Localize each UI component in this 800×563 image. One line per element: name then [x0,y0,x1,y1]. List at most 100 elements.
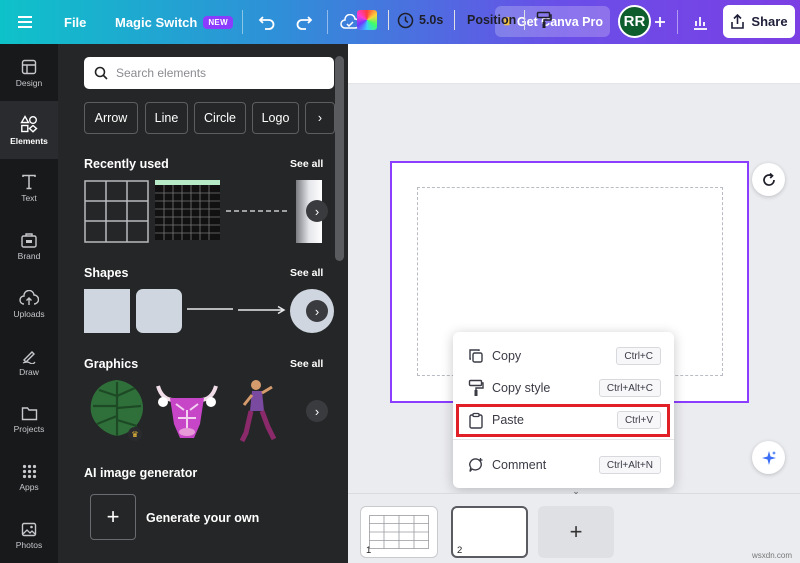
search-box[interactable] [84,57,334,89]
page-thumbnail-2[interactable] [451,506,528,558]
undo-icon [258,16,275,30]
add-collaborator-button[interactable] [654,0,666,44]
chip-arrow[interactable]: Arrow [84,102,138,134]
generate-label[interactable]: Generate your own [146,511,259,525]
recent-next-button[interactable]: › [306,200,328,222]
file-menu[interactable]: File [64,0,86,44]
new-badge: NEW [203,15,233,29]
magic-switch-button[interactable]: Magic Switch NEW [115,0,233,44]
redo-button[interactable] [295,0,313,44]
chevron-right-icon: › [317,111,323,125]
chevron-right-icon: › [314,303,320,319]
chip-circle[interactable]: Circle [194,102,246,134]
chevron-down-icon[interactable]: ⌄ [566,486,586,496]
timer-icon [397,12,414,28]
refresh-button[interactable] [752,163,785,196]
monstera-leaf-graphic[interactable]: ♛ [87,376,147,442]
shortcut-badge: Ctrl+Alt+N [598,456,661,474]
shapes-next-button[interactable]: › [306,300,328,322]
panel-scrollbar[interactable] [335,56,344,261]
rail-item-draw[interactable]: Draw [0,333,58,391]
refresh-icon [762,172,775,186]
color-picker-button[interactable] [357,0,377,40]
analytics-icon [694,17,707,30]
undo-button[interactable] [258,0,276,44]
shape-rounded-square[interactable] [136,289,182,333]
rail-label: Draw [19,366,39,377]
shape-arrow-line[interactable] [238,305,286,315]
rail-item-projects[interactable]: Projects [0,391,58,449]
position-button[interactable]: Position [467,0,516,40]
shape-square[interactable] [84,289,130,333]
add-page-button[interactable]: + [538,506,614,558]
redo-icon [296,16,313,30]
divider [677,10,678,34]
see-all-graphics[interactable]: See all [290,358,323,370]
generate-button[interactable]: + [90,494,136,540]
magic-assistant-button[interactable] [752,441,785,474]
avatar[interactable]: RR [618,5,651,38]
analytics-button[interactable] [692,0,708,44]
page-thumbnail-1[interactable] [360,506,438,558]
comment-icon [467,456,485,474]
duration-label: 5.0s [419,13,444,27]
svg-text:♛: ♛ [131,430,138,439]
chips-next-button[interactable]: › [305,102,335,134]
paint-roller-icon [467,379,485,397]
editor-toolbar [348,44,800,84]
rail-label: Design [15,77,43,88]
share-upload-icon [731,14,745,29]
recent-grid-table[interactable] [84,180,149,243]
recent-dashed-line[interactable] [226,208,288,214]
rail-label: Photos [15,540,43,550]
plus-icon: + [569,519,583,544]
search-input[interactable] [116,66,316,80]
magic-switch-label: Magic Switch [115,14,198,30]
copy-icon [467,347,485,365]
menu-item-copy[interactable]: Copy Ctrl+C [453,341,674,371]
graphics-title: Graphics [84,357,139,371]
divider [242,10,243,34]
menu-item-label: Copy style [492,381,551,395]
duration-button[interactable]: 5.0s [397,0,443,40]
rail-item-design[interactable]: Design [0,44,58,102]
menu-icon [18,16,32,28]
rail-item-apps[interactable]: Apps [0,449,58,507]
chevron-right-icon: › [314,203,320,219]
menu-item-paste[interactable]: Paste Ctrl+V [453,405,674,435]
watermark-text: wsxdn.com [752,551,793,560]
shortcut-badge: Ctrl+Alt+C [598,379,661,397]
rail-item-uploads[interactable]: Uploads [0,275,58,333]
page-number: 1 [366,545,372,556]
recent-dark-table[interactable] [155,180,220,240]
menu-button[interactable] [18,0,40,44]
person-dancing-graphic[interactable] [236,377,280,445]
plus-icon: + [106,504,120,529]
apps-icon [22,464,36,479]
rail-item-elements[interactable]: Elements [0,101,58,159]
rail-item-brand[interactable]: Brand [0,217,58,275]
photos-icon [21,522,37,537]
menu-item-copy-style[interactable]: Copy style Ctrl+Alt+C [453,373,674,403]
rail-item-photos[interactable]: Photos [0,507,58,563]
graphics-next-button[interactable]: › [306,400,328,422]
shapes-title: Shapes [84,266,129,280]
shortcut-badge: Ctrl+C [616,347,661,365]
shape-line[interactable] [187,306,233,312]
chip-line[interactable]: Line [145,102,188,134]
share-button[interactable]: Share [723,5,795,38]
chip-logo[interactable]: Logo [252,102,299,134]
chevron-right-icon: › [314,403,320,419]
copy-style-tool-button[interactable] [536,0,552,40]
menu-divider [453,439,674,440]
draw-icon [22,350,36,364]
design-icon [21,59,37,74]
rail-item-text[interactable]: Text [0,159,58,217]
thumbnail-table-preview [369,515,429,549]
brand-icon [21,232,37,248]
see-all-recent[interactable]: See all [290,158,323,170]
divider [327,10,328,34]
bull-head-graphic[interactable] [154,380,220,442]
see-all-shapes[interactable]: See all [290,267,323,279]
menu-item-comment[interactable]: Comment Ctrl+Alt+N [453,450,674,480]
